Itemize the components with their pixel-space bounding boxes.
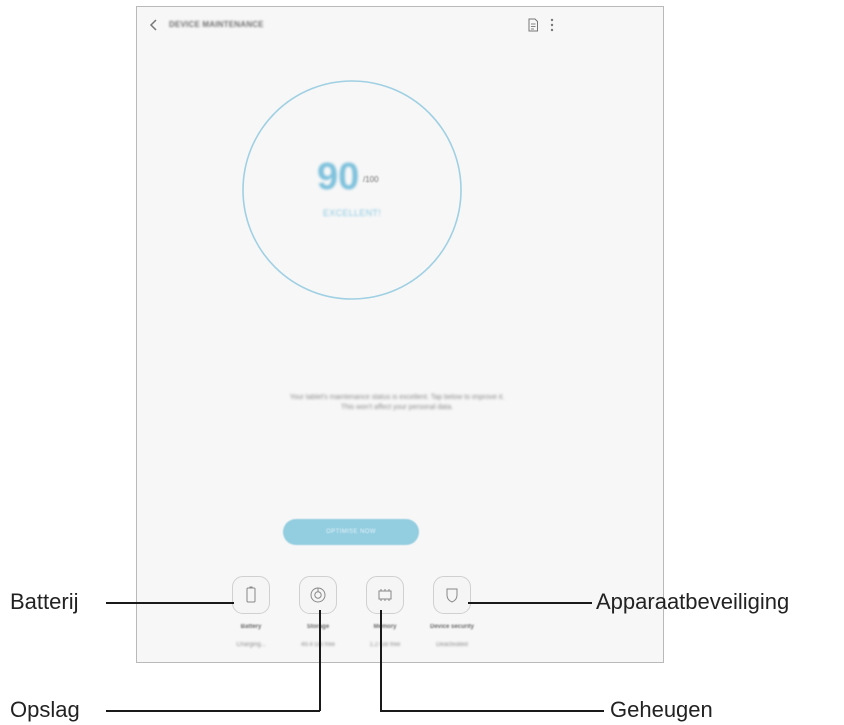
score-value: 90	[317, 156, 360, 198]
callout-geheugen: Geheugen	[610, 697, 713, 722]
app-bar: DEVICE MAINTENANCE	[137, 7, 663, 43]
status-text: EXCELLENT!	[322, 208, 382, 218]
callout-line-apparaatbeveiliging	[468, 602, 592, 604]
shield-icon	[446, 588, 458, 603]
callout-apparaatbeveiliging: Apparaatbeveiliging	[596, 589, 790, 614]
page-title: DEVICE MAINTENANCE	[169, 20, 264, 29]
storage-button[interactable]	[299, 576, 337, 614]
memory-button[interactable]	[366, 576, 404, 614]
document-icon[interactable]	[527, 18, 539, 32]
optimise-now-button[interactable]: OPTIMISE NOW	[283, 519, 419, 545]
callout-batterij: Batterij	[10, 589, 79, 614]
callout-line-geheugen	[380, 710, 604, 712]
storage-icon	[310, 587, 326, 603]
tablet-screen: DEVICE MAINTENANCE 90 /100 EXCELLENT! Yo…	[136, 6, 664, 663]
callout-line-geheugen-vertical	[380, 610, 382, 711]
more-options-icon[interactable]	[549, 17, 555, 33]
tile-label: Device security	[429, 624, 475, 630]
device-security-tile[interactable]: Device security Deactivated	[413, 576, 493, 662]
callout-line-opslag	[106, 710, 320, 712]
memory-icon	[378, 589, 392, 601]
score-max: /100	[363, 175, 379, 184]
description-line: Your tablet's maintenance status is exce…	[289, 394, 505, 401]
callout-line-opslag-vertical	[319, 610, 321, 711]
callout-opslag: Opslag	[10, 697, 80, 722]
tile-status: Deactivated	[436, 642, 468, 648]
back-arrow-icon[interactable]	[147, 18, 161, 32]
battery-icon	[246, 586, 256, 603]
battery-button[interactable]	[232, 576, 270, 614]
callout-line-batterij	[106, 602, 234, 604]
device-security-button[interactable]	[433, 576, 471, 614]
status-description: Your tablet's maintenance status is exce…	[197, 393, 597, 413]
description-line: This won't affect your personal data.	[340, 404, 454, 411]
